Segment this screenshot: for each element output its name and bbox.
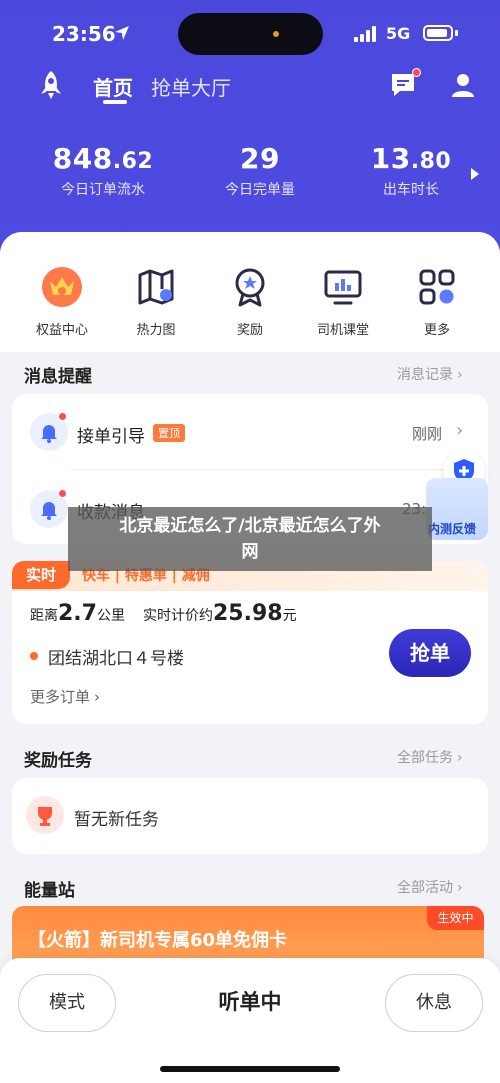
signal-icon <box>354 26 380 42</box>
beta-feedback-label: 内测反馈 <box>428 522 477 536</box>
energy-active-tag: 生效中 <box>427 906 484 930</box>
profile-icon[interactable] <box>451 72 475 98</box>
message-guide-time: 刚刚 <box>412 425 443 443</box>
tasks-title: 奖励任务 <box>24 751 92 771</box>
stat-drive-time[interactable]: 13.80 出车时长 <box>356 142 466 199</box>
trophy-icon <box>26 796 64 834</box>
tab-home[interactable]: 首页 <box>93 72 133 101</box>
stat-completed[interactable]: 29 今日完单量 <box>205 142 315 199</box>
chevron-right-icon: › <box>456 420 464 441</box>
dynamic-island <box>178 13 323 55</box>
stats-arrow-icon[interactable] <box>471 168 479 180</box>
tasks-empty-text: 暂无新任务 <box>74 810 159 830</box>
origin-dot-icon <box>30 652 38 660</box>
messages-history-link[interactable]: 消息记录 › <box>397 364 463 384</box>
location-arrow-icon <box>115 26 129 40</box>
screen-chart-icon <box>324 270 362 305</box>
order-distance: 距离2.7公里 <box>30 601 125 626</box>
mode-button[interactable]: 模式 <box>18 974 116 1032</box>
map-icon <box>138 269 174 305</box>
messages-title: 消息提醒 <box>24 367 92 387</box>
message-unread-dot <box>412 68 421 77</box>
crown-badge-icon <box>42 267 82 307</box>
network-type: 5G <box>386 24 411 43</box>
stat-order-flow[interactable]: 848.62 今日订单流水 <box>48 142 158 199</box>
grid-item-classroom[interactable]: 司机课堂 <box>303 265 383 338</box>
grid-item-heatmap[interactable]: 热力图 <box>116 265 196 338</box>
all-tasks-link[interactable]: 全部任务 › <box>397 747 463 767</box>
order-price: 实时计价约25.98元 <box>143 601 297 626</box>
rest-button[interactable]: 休息 <box>385 974 483 1032</box>
status-time: 23:56 <box>52 22 116 46</box>
grid-item-more[interactable]: 更多 <box>397 265 477 338</box>
tab-active-indicator <box>103 100 127 104</box>
order-realtime-tag: 实时 <box>12 561 70 589</box>
all-activities-link[interactable]: 全部活动 › <box>397 877 463 897</box>
grid-item-benefits[interactable]: 权益中心 <box>22 265 102 338</box>
listening-status[interactable]: 听单中 <box>185 986 315 1016</box>
tab-order-hall[interactable]: 抢单大厅 <box>151 72 231 101</box>
status-bar: 23:56 5G <box>0 0 500 62</box>
grid-more-icon <box>419 269 455 305</box>
top-nav: 首页 抢单大厅 <box>0 68 500 108</box>
battery-icon <box>423 25 453 41</box>
message-guide-title: 接单引导 <box>77 427 145 447</box>
more-orders-link[interactable]: 更多订单 › <box>30 686 100 707</box>
order-address: 团结湖北口４号楼 <box>48 649 184 669</box>
home-indicator <box>160 1066 340 1072</box>
grab-order-button[interactable]: 抢单 <box>389 629 471 677</box>
watermark-overlay: 北京最近怎么了/北京最近怎么了外 网 <box>68 507 432 571</box>
energy-banner-text: 【火箭】新司机专属60单免佣卡 <box>28 930 288 951</box>
grid-item-rewards[interactable]: 奖励 <box>210 265 290 338</box>
pin-badge: 置顶 <box>153 424 185 442</box>
rocket-icon[interactable] <box>38 70 64 100</box>
energy-title: 能量站 <box>24 881 75 901</box>
medal-icon <box>235 268 265 307</box>
